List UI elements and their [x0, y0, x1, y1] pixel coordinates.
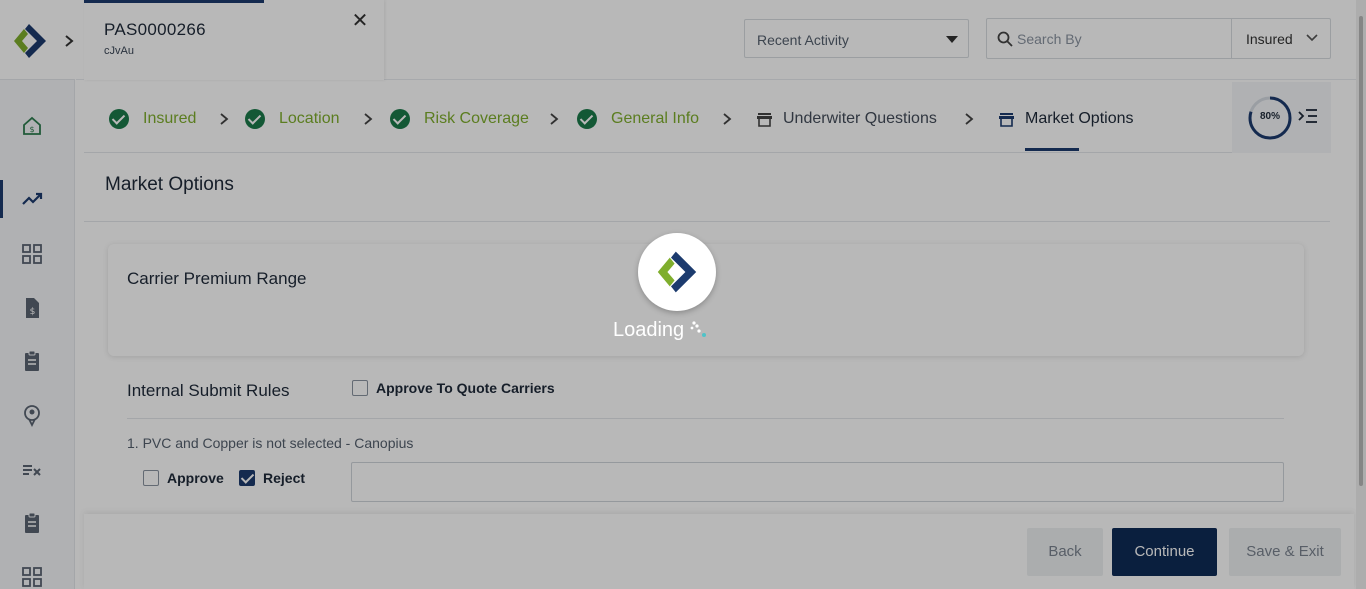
spinner-icon	[690, 321, 706, 337]
brand-logo-icon	[657, 251, 697, 293]
loading-logo	[638, 233, 716, 311]
loading-text: Loading	[613, 319, 685, 341]
loading-overlay: Loading	[0, 0, 1366, 589]
